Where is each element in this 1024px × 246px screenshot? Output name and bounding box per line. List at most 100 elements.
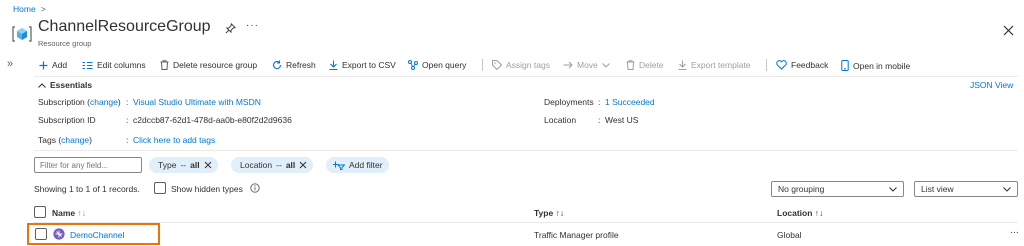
location-column-label: Location [777,208,813,218]
chevron-down-icon [1003,186,1011,192]
add-filter-label: Add filter [349,160,383,170]
page-title: ChannelResourceGroup [38,18,211,35]
delete-resource-group-label: Delete resource group [173,60,258,70]
feedback-label: Feedback [791,60,829,70]
view-value: List view [921,184,954,194]
add-button[interactable]: Add [39,60,67,70]
location-column-header[interactable]: Location ↑↓ [777,208,823,218]
deployments-label: Deployments [544,97,594,107]
show-hidden-label: Show hidden types [171,184,243,194]
info-icon[interactable] [250,183,260,195]
resource-location: Global [777,230,802,240]
filter-input[interactable] [34,157,142,173]
delete-resource-group-button[interactable]: Delete resource group [160,60,257,70]
trash-icon [160,60,169,70]
view-dropdown[interactable]: List view [914,181,1018,197]
chevron-down-icon [889,186,897,192]
query-icon [408,60,418,70]
row-checkbox[interactable] [35,228,47,240]
page-subtitle: Resource group [38,39,92,48]
json-view-link[interactable]: JSON View [970,80,1013,90]
heart-icon [776,60,787,70]
subscription-label: Subscription [38,97,85,107]
tag-icon [492,60,502,70]
resource-name-link[interactable]: DemoChannel [70,230,124,240]
move-label: Move [577,60,598,70]
edit-columns-button[interactable]: Edit columns [82,60,146,70]
grouping-dropdown[interactable]: No grouping [771,181,904,197]
location-colon: : [598,115,601,125]
subscription-id-label: Subscription ID [38,115,96,125]
export-template-button[interactable]: Export template [678,60,751,70]
subscription-change-link[interactable]: change [90,97,118,107]
location-value: West US [605,115,639,125]
tags-change-link[interactable]: change [61,135,89,145]
name-sort-icon: ↑↓ [77,208,87,218]
toolbar-bottom-divider [34,76,1018,77]
location-filter-value: all [285,160,296,170]
export-csv-button[interactable]: Export to CSV [329,60,396,70]
type-filter-op: -- [180,160,187,170]
assign-tags-button[interactable]: Assign tags [492,60,550,70]
name-column-label: Name [52,208,76,218]
type-filter-pill[interactable]: Type -- all [149,157,218,173]
expand-sidebar-button[interactable]: » [7,58,13,70]
pin-icon[interactable] [225,23,236,36]
subscription-row: Subscription (change) [38,97,121,107]
breadcrumb-separator: > [40,4,46,14]
type-sort-icon: ↑↓ [555,208,565,218]
open-in-mobile-label: Open in mobile [853,60,911,71]
subscription-value-link[interactable]: Visual Studio Ultimate with MSDN [133,97,261,107]
refresh-label: Refresh [286,60,316,70]
location-label: Location [544,115,577,125]
deployments-link[interactable]: 1 Succeeded [605,97,655,107]
plus-icon [39,61,48,69]
export-template-label: Export template [691,60,751,70]
resource-group-icon [12,24,32,46]
download-icon [329,60,338,70]
row-more-button[interactable]: ··· [1010,227,1019,238]
records-count: Showing 1 to 1 of 1 records. [34,184,140,194]
more-actions-button[interactable]: ··· [246,20,259,31]
add-tags-link[interactable]: Click here to add tags [133,135,215,145]
open-query-button[interactable]: Open query [408,60,466,70]
add-filter-icon [333,161,345,170]
subscription-colon: : [126,97,129,107]
type-column-header[interactable]: Type ↑↓ [534,208,564,218]
show-hidden-checkbox[interactable] [154,182,166,194]
grouping-value: No grouping [778,184,825,194]
move-button[interactable]: Move [563,60,610,70]
toolbar-divider [482,59,483,71]
location-sort-icon: ↑↓ [814,208,824,218]
close-icon[interactable] [299,161,307,169]
close-icon[interactable] [204,161,212,169]
open-in-mobile-button[interactable]: Open in mobile [841,60,910,71]
add-filter-button[interactable]: Add filter [326,157,389,173]
edit-columns-icon [82,61,93,69]
close-icon[interactable] [1003,25,1014,38]
select-all-checkbox[interactable] [34,206,46,218]
location-filter-pill[interactable]: Location -- all [231,157,314,173]
location-filter-op: -- [276,160,282,170]
mobile-icon [841,60,849,71]
location-filter-name: Location [240,160,273,170]
chevron-up-icon [38,82,46,88]
feedback-button[interactable]: Feedback [776,60,828,70]
toolbar-divider [766,59,767,71]
export-csv-label: Export to CSV [342,60,396,70]
subscription-id-value: c2dccb87-62d1-478d-aa0b-e80f2d2d9636 [133,115,292,125]
essentials-toggle[interactable]: Essentials [38,80,92,90]
essentials-title: Essentials [50,80,93,90]
assign-tags-label: Assign tags [506,60,550,70]
chevron-down-icon [601,62,610,68]
name-column-header[interactable]: Name ↑↓ [52,208,86,218]
deployments-colon: : [598,97,601,107]
trash-icon [626,60,635,70]
delete-label: Delete [639,60,664,70]
breadcrumb-home-link[interactable]: Home [13,4,36,14]
open-query-label: Open query [422,60,467,70]
refresh-button[interactable]: Refresh [272,60,316,70]
essentials-bottom-divider [34,150,1018,151]
delete-button[interactable]: Delete [626,60,664,70]
type-filter-name: Type [158,160,177,170]
